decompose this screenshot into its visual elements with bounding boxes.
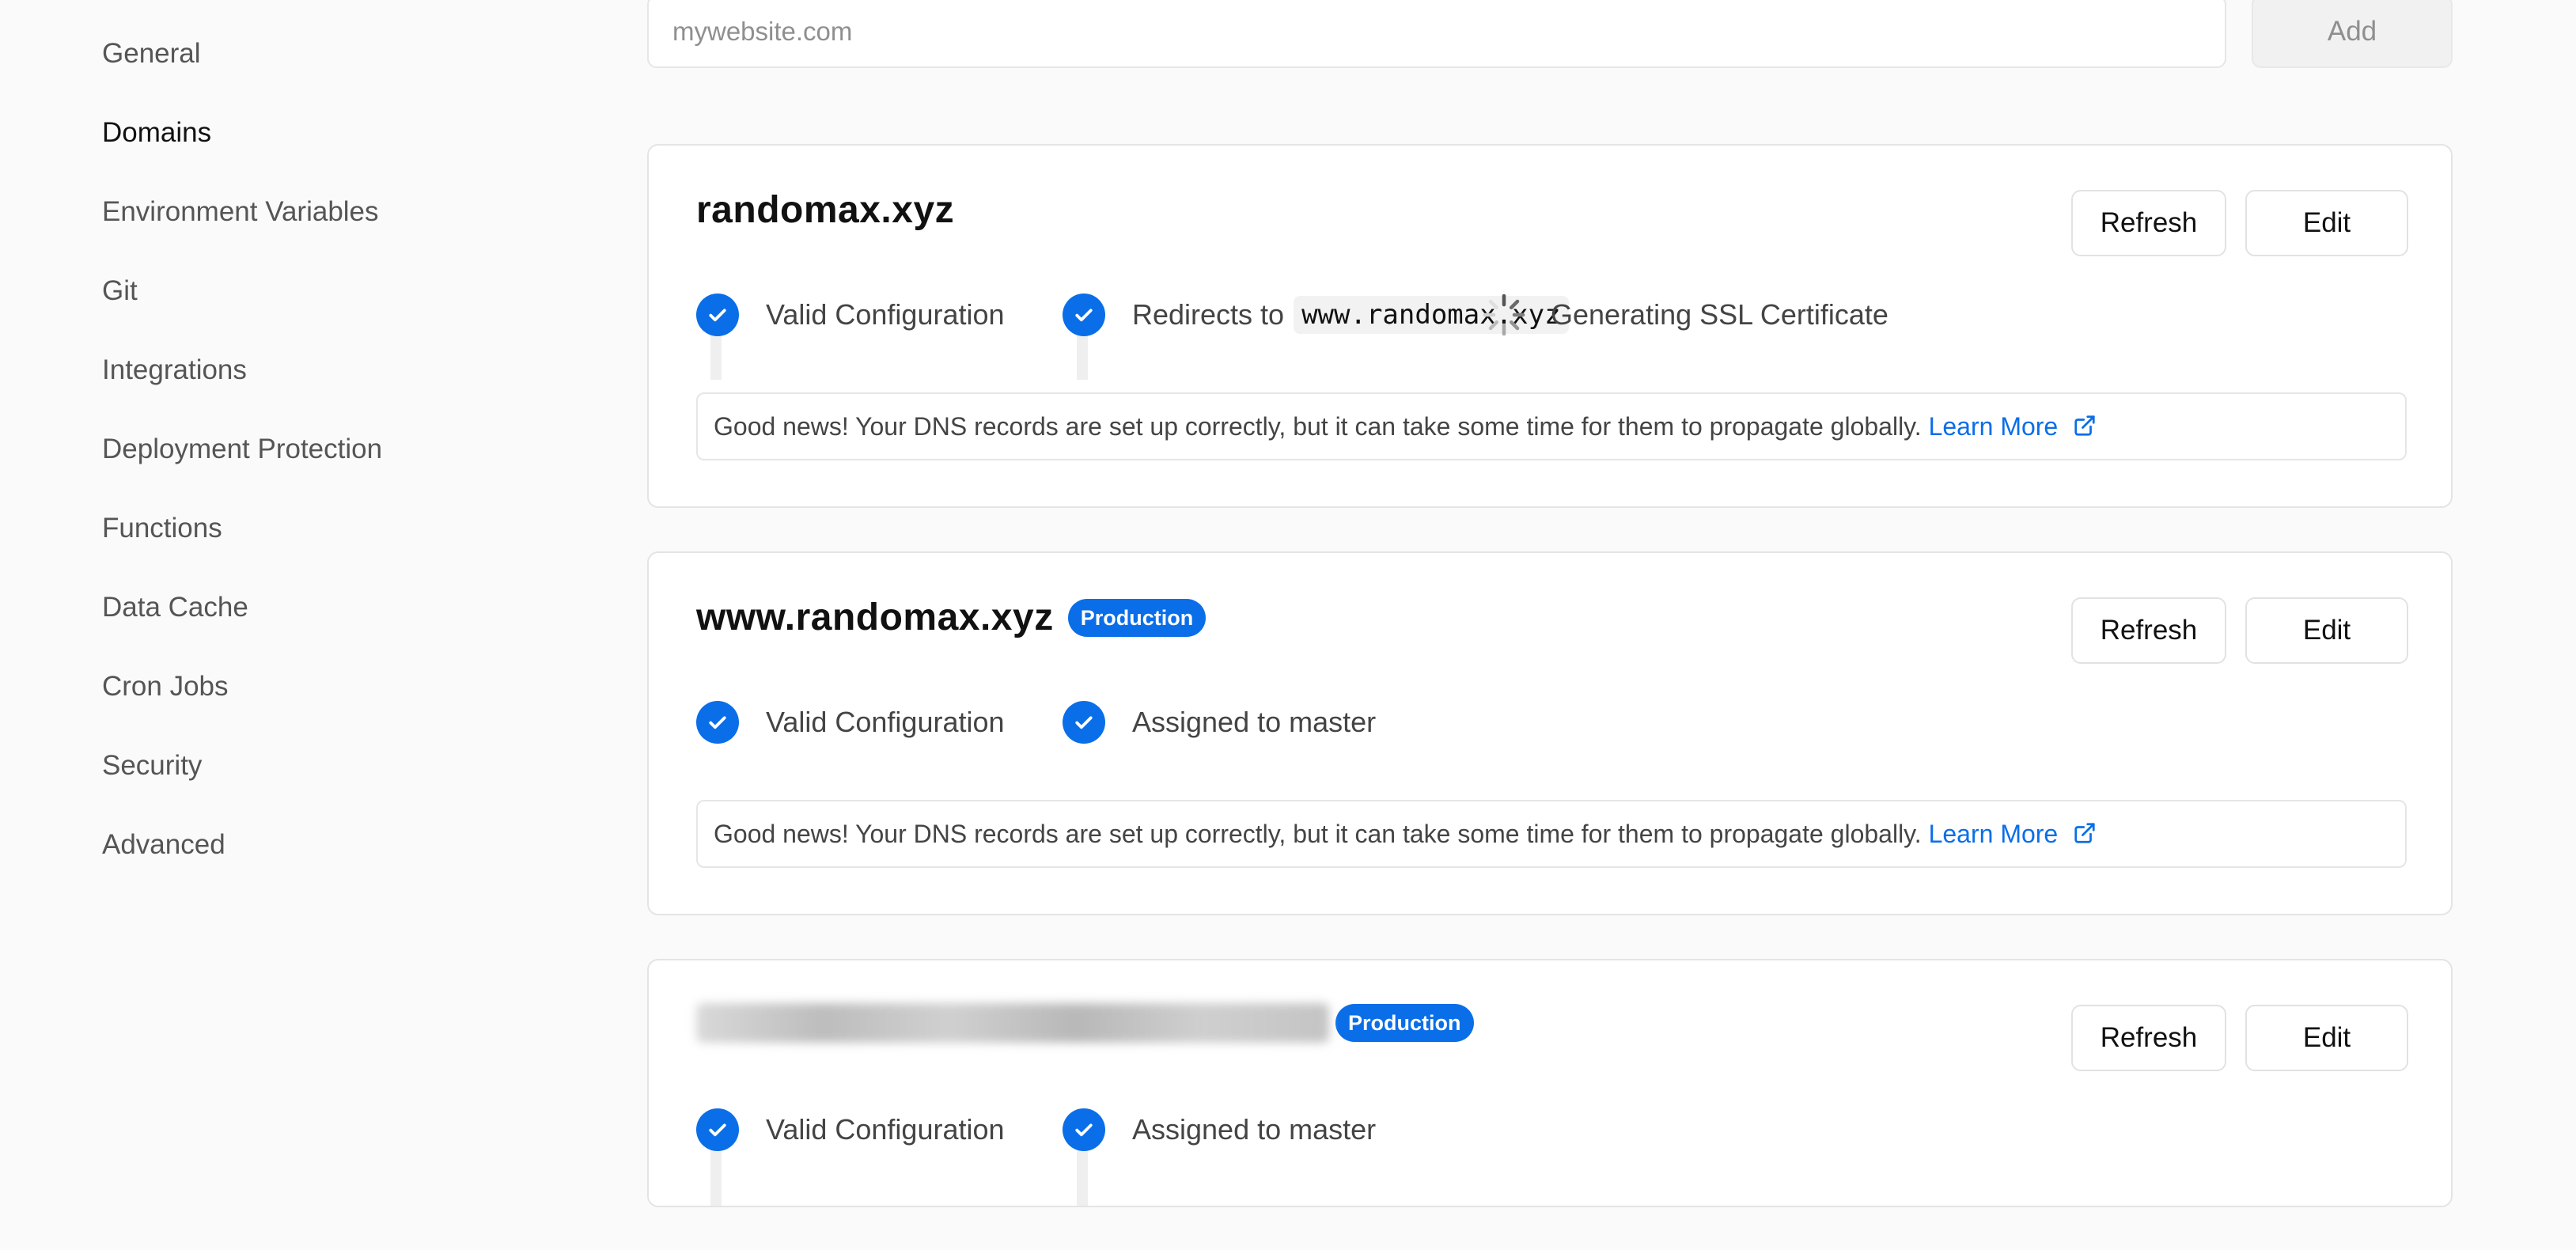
dns-notice: Good news! Your DNS records are set up c…: [696, 392, 2407, 460]
dns-notice: Good news! Your DNS records are set up c…: [696, 800, 2407, 868]
production-badge: Production: [1067, 598, 1207, 637]
domain-input[interactable]: [647, 0, 2226, 68]
sidebar-item-advanced[interactable]: Advanced: [102, 820, 545, 899]
refresh-button[interactable]: Refresh: [2071, 1005, 2226, 1071]
domain-name[interactable]: randomax.xyz: [696, 188, 954, 232]
learn-more-link[interactable]: Learn More: [1929, 412, 2059, 441]
sidebar-item-general[interactable]: General: [102, 28, 545, 108]
status-ssl: Generating SSL Certificate: [1481, 293, 1888, 337]
sidebar-item-integrations[interactable]: Integrations: [102, 345, 545, 424]
status-label: Assigned to master: [1132, 1113, 1377, 1146]
domain-card: randomax.xyz Refresh Edit Valid Configur…: [647, 144, 2453, 508]
add-domain-button[interactable]: Add: [2252, 0, 2453, 68]
sidebar-item-environment-variables[interactable]: Environment Variables: [102, 187, 545, 266]
edit-button[interactable]: Edit: [2245, 597, 2408, 664]
refresh-button[interactable]: Refresh: [2071, 597, 2226, 664]
notice-text: Good news! Your DNS records are set up c…: [714, 820, 1922, 848]
external-link-icon[interactable]: [2073, 396, 2097, 461]
domain-name[interactable]: www.randomax.xyz: [696, 596, 1054, 639]
domain-card: Production Refresh Edit Valid Configurat…: [647, 959, 2453, 1207]
sidebar-item-security[interactable]: Security: [102, 741, 545, 820]
status-label: Valid Configuration: [766, 706, 1005, 738]
status-label: Redirects to: [1132, 298, 1285, 331]
check-circle-icon: [1063, 701, 1105, 744]
check-circle-icon: [696, 294, 739, 336]
external-link-icon[interactable]: [2073, 804, 2097, 869]
status-assigned: Assigned to master: [1063, 700, 1376, 744]
blurred-domain-name: [696, 1003, 1329, 1043]
settings-sidebar: General Domains Environment Variables Gi…: [102, 28, 545, 899]
title-row: Production: [696, 1003, 1474, 1043]
check-circle-icon: [1063, 1108, 1105, 1151]
refresh-button[interactable]: Refresh: [2071, 190, 2226, 256]
notice-text: Good news! Your DNS records are set up c…: [714, 412, 1922, 441]
status-valid-configuration: Valid Configuration: [696, 293, 1005, 337]
sidebar-item-data-cache[interactable]: Data Cache: [102, 582, 545, 661]
check-circle-icon: [1063, 294, 1105, 336]
status-label: Valid Configuration: [766, 1113, 1005, 1146]
connector-line: [1077, 335, 1088, 380]
status-label: Assigned to master: [1132, 706, 1377, 738]
loading-spinner-icon: [1481, 292, 1527, 338]
title-row: www.randomax.xyz Production: [696, 596, 1207, 639]
sidebar-item-git[interactable]: Git: [102, 266, 545, 345]
status-label: Valid Configuration: [766, 298, 1005, 331]
status-assigned: Assigned to master: [1063, 1108, 1376, 1152]
connector-line: [710, 1150, 722, 1206]
edit-button[interactable]: Edit: [2245, 1005, 2408, 1071]
check-circle-icon: [696, 701, 739, 744]
domain-card: www.randomax.xyz Production Refresh Edit…: [647, 551, 2453, 915]
sidebar-item-domains[interactable]: Domains: [102, 108, 545, 187]
sidebar-item-cron-jobs[interactable]: Cron Jobs: [102, 661, 545, 741]
learn-more-link[interactable]: Learn More: [1929, 820, 2059, 848]
connector-line: [1077, 1150, 1088, 1206]
connector-line: [710, 335, 722, 380]
sidebar-item-deployment-protection[interactable]: Deployment Protection: [102, 424, 545, 503]
status-label: Generating SSL Certificate: [1551, 298, 1888, 331]
sidebar-item-functions[interactable]: Functions: [102, 503, 545, 582]
status-valid-configuration: Valid Configuration: [696, 700, 1005, 744]
add-domain-row: Add: [647, 0, 2453, 74]
production-badge: Production: [1335, 1004, 1474, 1042]
edit-button[interactable]: Edit: [2245, 190, 2408, 256]
check-circle-icon: [696, 1108, 739, 1151]
status-valid-configuration: Valid Configuration: [696, 1108, 1005, 1152]
